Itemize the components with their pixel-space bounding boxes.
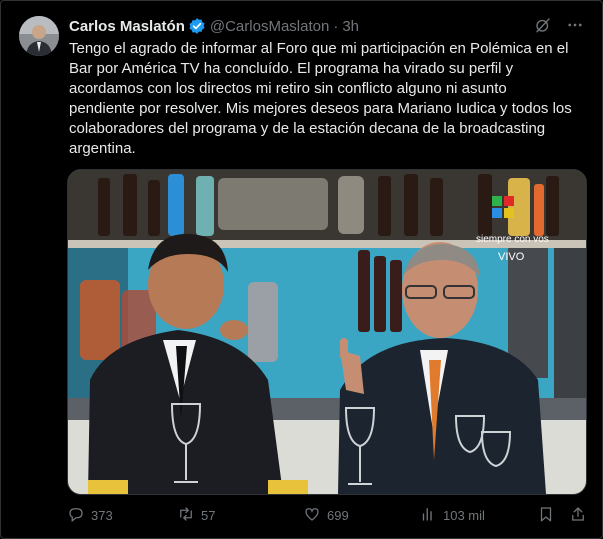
tweet-text: Tengo el agrado de informar al Foro que … bbox=[69, 40, 572, 157]
verified-badge-icon bbox=[188, 17, 206, 35]
avatar[interactable] bbox=[19, 16, 59, 56]
top-icons bbox=[534, 16, 584, 34]
share-button[interactable] bbox=[569, 505, 587, 526]
like-button[interactable]: 699 bbox=[303, 505, 349, 526]
grok-icon[interactable] bbox=[534, 16, 552, 34]
tweet-header: Carlos Maslatón @CarlosMaslaton · 3h bbox=[69, 16, 582, 36]
like-count: 699 bbox=[327, 507, 349, 523]
views-count: 103 mil bbox=[443, 507, 485, 523]
media-overlay-text-1: siempre con vos bbox=[476, 234, 549, 245]
reply-icon bbox=[67, 505, 85, 526]
more-options-icon[interactable] bbox=[566, 16, 584, 34]
views-button[interactable]: 103 mil bbox=[419, 505, 485, 526]
timestamp[interactable]: 3h bbox=[342, 18, 359, 35]
bookmark-icon bbox=[537, 505, 555, 526]
views-icon bbox=[419, 505, 437, 526]
reply-count: 373 bbox=[91, 507, 113, 523]
like-icon bbox=[303, 505, 321, 526]
retweet-button[interactable]: 57 bbox=[177, 505, 215, 526]
retweet-count: 57 bbox=[201, 507, 216, 523]
media-overlay-text-2: VIVO bbox=[498, 251, 525, 263]
reply-button[interactable]: 373 bbox=[67, 505, 113, 526]
separator-dot: · bbox=[333, 17, 339, 35]
tweet-card: Carlos Maslatón @CarlosMaslaton · 3h Ten… bbox=[0, 0, 603, 539]
bookmark-button[interactable] bbox=[537, 505, 555, 526]
action-bar: 373 57 699 103 mil bbox=[67, 504, 584, 526]
share-icon bbox=[569, 505, 587, 526]
tweet-media-image[interactable]: siempre con vos VIVO bbox=[67, 169, 587, 495]
retweet-icon bbox=[177, 505, 195, 526]
author-handle[interactable]: @CarlosMaslaton bbox=[210, 18, 329, 35]
author-name[interactable]: Carlos Maslatón bbox=[69, 18, 185, 35]
